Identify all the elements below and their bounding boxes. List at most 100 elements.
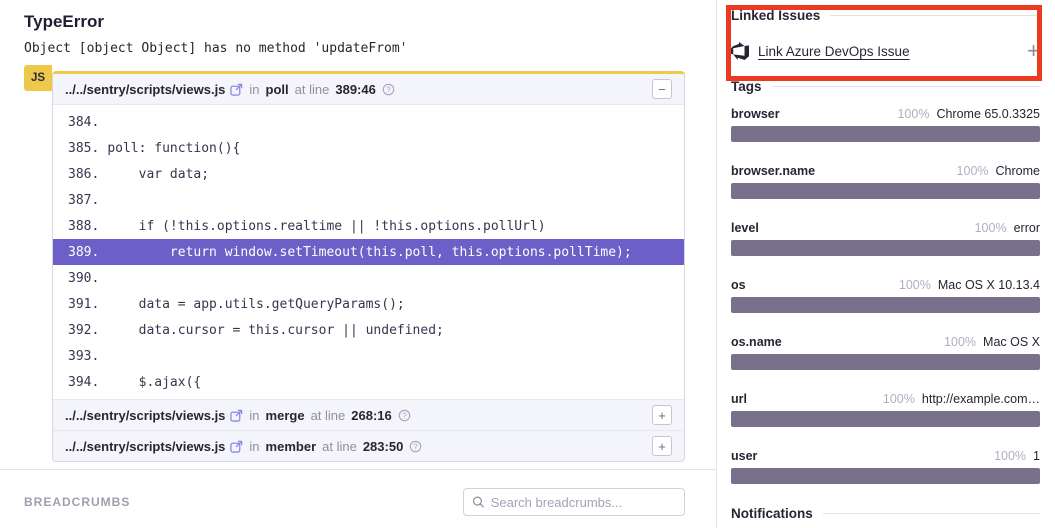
frame-filename: ../../sentry/scripts/views.js [65, 408, 225, 423]
tag-key: os [731, 278, 746, 292]
heading-rule [830, 15, 1040, 16]
tag-progress-bar[interactable] [731, 297, 1040, 313]
error-message: Object [object Object] has no method 'up… [24, 41, 685, 56]
frame-lineno: 283:50 [363, 439, 403, 454]
line-number: 394. [53, 375, 99, 390]
tag-progress-bar[interactable] [731, 183, 1040, 199]
heading-rule [772, 86, 1040, 87]
tag-item: browser 100% Chrome 65.0.3325 [731, 107, 1040, 142]
tag-key: os.name [731, 335, 782, 349]
tag-percent: 100% [994, 449, 1026, 463]
code-line: 388. if (!this.options.realtime || !this… [53, 213, 684, 239]
line-number: 388. [53, 219, 99, 234]
code-text: var data; [107, 167, 209, 182]
collapse-frame-button[interactable]: − [652, 79, 672, 99]
section-divider [0, 469, 716, 470]
frame-lineno: 268:16 [351, 408, 391, 423]
in-label: in [249, 408, 259, 423]
frame-filename-link[interactable]: ../../sentry/scripts/views.js [65, 439, 243, 454]
tag-key: user [731, 449, 757, 463]
frame-function: merge [266, 408, 305, 423]
tag-item: os 100% Mac OS X 10.13.4 [731, 278, 1040, 313]
tag-key: browser [731, 107, 780, 121]
sidebar: Linked Issues Link Azure DevOps Issue + … [716, 0, 1055, 528]
frame-filename: ../../sentry/scripts/views.js [65, 82, 225, 97]
external-link-icon[interactable] [230, 83, 243, 96]
in-label: in [249, 82, 259, 97]
breadcrumbs-search[interactable] [463, 488, 685, 516]
tag-item: os.name 100% Mac OS X [731, 335, 1040, 370]
question-icon[interactable]: ? [382, 83, 395, 96]
tag-key: browser.name [731, 164, 815, 178]
line-number: 384. [53, 115, 99, 130]
tag-percent: 100% [899, 278, 931, 292]
tag-value: Mac OS X [983, 335, 1040, 349]
tag-progress-bar[interactable] [731, 126, 1040, 142]
stack-frame-member[interactable]: ../../sentry/scripts/views.js in member … [53, 430, 684, 461]
tag-key: level [731, 221, 759, 235]
link-azure-devops-issue[interactable]: Link Azure DevOps Issue [758, 44, 910, 59]
linked-issues-section: Linked Issues Link Azure DevOps Issue + [731, 8, 1040, 62]
line-number: 389. [53, 245, 99, 260]
tag-item: url 100% http://example.com… [731, 392, 1040, 427]
tag-progress-bar[interactable] [731, 354, 1040, 370]
tag-progress-bar[interactable] [731, 240, 1040, 256]
add-linked-issue-button[interactable]: + [1027, 40, 1040, 62]
heading-rule [823, 513, 1040, 514]
expand-frame-button[interactable]: + [652, 436, 672, 456]
tag-percent: 100% [897, 107, 929, 121]
issue-detail-page: TypeError Object [object Object] has no … [0, 0, 1055, 528]
tag-progress-bar[interactable] [731, 468, 1040, 484]
stack-frame-poll[interactable]: ../../sentry/scripts/views.js in poll at… [53, 74, 684, 105]
frame-filename-link[interactable]: ../../sentry/scripts/views.js [65, 408, 243, 423]
breadcrumbs-search-input[interactable] [491, 495, 676, 510]
svg-text:?: ? [414, 442, 419, 451]
frame-function: poll [266, 82, 289, 97]
question-icon[interactable]: ? [398, 409, 411, 422]
code-text: $.ajax({ [107, 375, 201, 390]
breadcrumbs-title: BREADCRUMBS [24, 495, 130, 509]
frame-function: member [266, 439, 317, 454]
line-number: 386. [53, 167, 99, 182]
code-line: 385. poll: function(){ [53, 135, 684, 161]
code-line: 391. data = app.utils.getQueryParams(); [53, 291, 684, 317]
notifications-heading: Notifications [731, 506, 813, 521]
code-line: 393. [53, 343, 684, 369]
tag-item: level 100% error [731, 221, 1040, 256]
search-icon [472, 495, 485, 509]
frame-lineno: 389:46 [335, 82, 375, 97]
code-text: return window.setTimeout(this.poll, this… [107, 245, 631, 260]
at-line-label: at line [295, 82, 330, 97]
code-text: poll: function(){ [107, 141, 240, 156]
tag-percent: 100% [957, 164, 989, 178]
linked-issues-heading: Linked Issues [731, 8, 820, 23]
expand-frame-button[interactable]: + [652, 405, 672, 425]
tag-item: browser.name 100% Chrome [731, 164, 1040, 199]
tag-value: 1 [1033, 449, 1040, 463]
tags-section: Tags browser 100% Chrome 65.0.3325 brows… [731, 79, 1040, 484]
in-label: in [249, 439, 259, 454]
tag-value: Chrome [996, 164, 1040, 178]
line-number: 390. [53, 271, 99, 286]
azure-devops-icon [731, 42, 749, 60]
tags-heading: Tags [731, 79, 762, 94]
stack-frame-merge[interactable]: ../../sentry/scripts/views.js in merge a… [53, 399, 684, 430]
svg-text:?: ? [402, 411, 407, 420]
tag-key: url [731, 392, 747, 406]
line-number: 391. [53, 297, 99, 312]
tag-progress-bar[interactable] [731, 411, 1040, 427]
code-line: 389. return window.setTimeout(this.poll,… [53, 239, 684, 265]
external-link-icon[interactable] [230, 440, 243, 453]
tag-value: error [1014, 221, 1040, 235]
frame-filename-link[interactable]: ../../sentry/scripts/views.js [65, 82, 243, 97]
svg-text:?: ? [386, 85, 391, 94]
tag-value: Mac OS X 10.13.4 [938, 278, 1040, 292]
code-line: 384. [53, 109, 684, 135]
external-link-icon[interactable] [230, 409, 243, 422]
code-text: data.cursor = this.cursor || undefined; [107, 323, 444, 338]
tag-value: http://example.com… [922, 392, 1040, 406]
notifications-section: Notifications [731, 506, 1040, 521]
tag-percent: 100% [883, 392, 915, 406]
tag-item: user 100% 1 [731, 449, 1040, 484]
question-icon[interactable]: ? [409, 440, 422, 453]
